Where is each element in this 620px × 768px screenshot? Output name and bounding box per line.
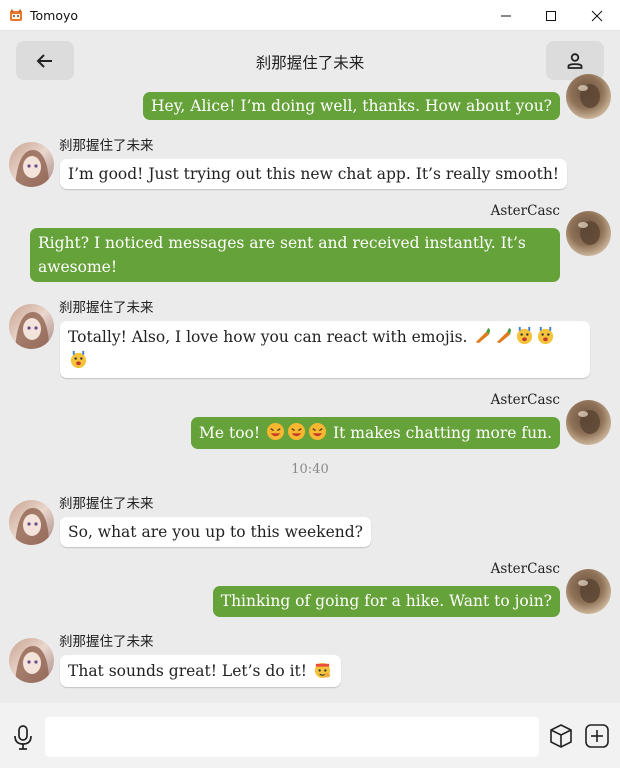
avatar[interactable] xyxy=(9,500,54,545)
message-input-bar xyxy=(0,703,620,768)
avatar[interactable] xyxy=(9,142,54,187)
window-title: Tomoyo xyxy=(30,8,79,23)
avatar[interactable] xyxy=(9,638,54,683)
window-titlebar: Tomoyo xyxy=(0,0,620,31)
minimize-icon xyxy=(501,15,511,16)
contact-avatar-image xyxy=(9,304,54,349)
message-bubble-outgoing[interactable]: Me too! It makes chatting more fun. xyxy=(191,417,560,449)
carrot-emoji-icon xyxy=(497,327,512,344)
sender-name: AsterCasc xyxy=(490,203,560,219)
laughing-face-emoji-icon xyxy=(309,422,327,441)
user-avatar-image xyxy=(566,569,611,614)
message-bubble-incoming[interactable]: So, what are you up to this weekend? xyxy=(60,517,371,547)
user-avatar-image xyxy=(566,400,611,445)
user-avatar-image xyxy=(566,74,611,119)
sender-name: 刹那握住了未来 xyxy=(59,634,154,650)
message-text: It makes chatting more fun. xyxy=(333,424,552,442)
laughing-face-emoji-icon xyxy=(267,422,285,441)
microphone-icon[interactable] xyxy=(10,723,36,751)
avatar[interactable] xyxy=(566,569,611,614)
sender-name: AsterCasc xyxy=(490,561,560,577)
close-icon xyxy=(591,10,603,21)
contact-avatar-image xyxy=(9,638,54,683)
maximize-button[interactable] xyxy=(528,0,574,31)
close-button[interactable] xyxy=(574,0,620,31)
surprised-face-emoji-icon xyxy=(538,326,554,345)
message-bubble-incoming[interactable]: That sounds great! Let’s do it! xyxy=(60,655,341,687)
sender-name: 刹那握住了未来 xyxy=(59,300,154,316)
message-text: That sounds great! Let’s do it! xyxy=(68,662,308,680)
contact-avatar-image xyxy=(9,500,54,545)
saluting-face-emoji-icon xyxy=(314,662,331,679)
sender-name: AsterCasc xyxy=(490,392,560,408)
chat-header: 刹那握住了未来 xyxy=(0,31,620,89)
message-bubble-outgoing[interactable]: Thinking of going for a hike. Want to jo… xyxy=(212,586,560,617)
minimize-button[interactable] xyxy=(483,0,529,31)
message-timestamp: 10:40 xyxy=(291,462,329,477)
app-logo-icon xyxy=(10,9,22,21)
message-text: Me too! xyxy=(199,424,261,442)
surprised-face-emoji-icon xyxy=(70,350,87,369)
carrot-emoji-icon xyxy=(476,327,491,344)
message-bubble-outgoing[interactable]: Right? I noticed messages are sent and r… xyxy=(30,228,560,282)
sender-name: 刹那握住了未来 xyxy=(59,496,154,512)
avatar[interactable] xyxy=(566,211,611,256)
avatar[interactable] xyxy=(566,74,611,119)
person-icon xyxy=(567,52,583,69)
cube-icon[interactable] xyxy=(548,722,574,750)
maximize-icon xyxy=(546,10,556,21)
avatar[interactable] xyxy=(566,400,611,445)
message-text: Totally! Also, I love how you can react … xyxy=(68,328,468,346)
laughing-face-emoji-icon xyxy=(288,422,306,441)
message-bubble-incoming[interactable]: I’m good! Just trying out this new chat … xyxy=(60,159,568,189)
add-icon[interactable] xyxy=(584,722,610,750)
avatar[interactable] xyxy=(9,304,54,349)
contact-avatar-image xyxy=(9,142,54,187)
message-bubble-outgoing[interactable]: Hey, Alice! I’m doing well, thanks. How … xyxy=(143,92,560,120)
surprised-face-emoji-icon xyxy=(517,326,533,345)
user-avatar-image xyxy=(566,211,611,256)
chat-title: 刹那握住了未来 xyxy=(255,54,365,72)
sender-name: 刹那握住了未来 xyxy=(59,138,154,154)
message-bubble-incoming[interactable]: Totally! Also, I love how you can react … xyxy=(60,321,590,378)
message-input[interactable] xyxy=(45,717,539,757)
